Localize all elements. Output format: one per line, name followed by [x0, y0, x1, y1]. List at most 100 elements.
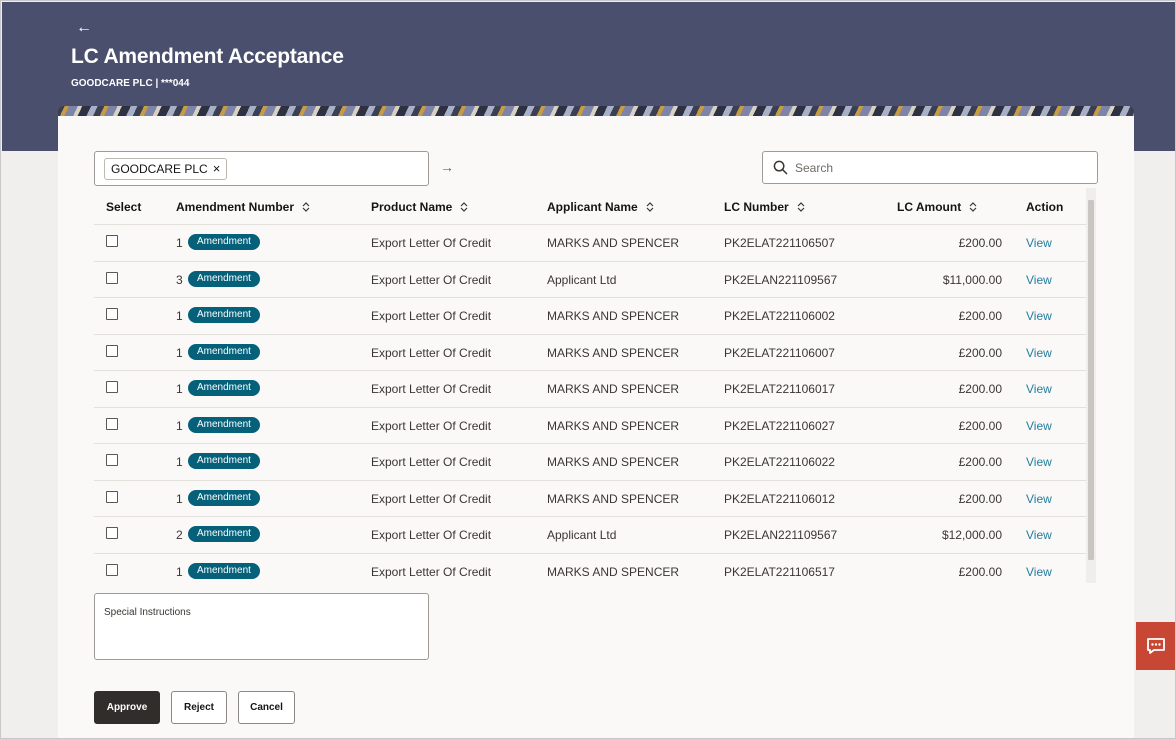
applicant-name: MARKS AND SPENCER — [547, 236, 680, 250]
view-link[interactable]: View — [1026, 346, 1052, 360]
table-row: 1 Amendment Export Letter Of Credit MARK… — [94, 370, 1086, 407]
amendment-badge: Amendment — [188, 526, 260, 542]
amendments-table: Select Amendment Number Product Name App… — [94, 188, 1098, 583]
lc-number: PK2ELAT221106517 — [724, 564, 835, 579]
amendment-number: 2 — [176, 528, 183, 542]
view-link[interactable]: View — [1026, 528, 1052, 542]
applicant-name: MARKS AND SPENCER — [547, 345, 680, 360]
lc-amount: £200.00 — [958, 418, 1002, 433]
row-select-checkbox[interactable] — [106, 344, 118, 357]
amendment-badge: Amendment — [188, 489, 260, 506]
product-name: Export Letter Of Credit — [371, 418, 492, 433]
row-select-checkbox[interactable] — [106, 527, 118, 539]
column-header-amendment-number[interactable]: Amendment Number — [176, 200, 310, 214]
chat-icon — [1146, 638, 1165, 654]
page-subtitle: GOODCARE PLC | ***044 — [71, 78, 190, 89]
row-select-checkbox[interactable] — [106, 417, 118, 430]
product-name: Export Letter Of Credit — [371, 455, 492, 469]
scrollbar-thumb[interactable] — [1088, 200, 1094, 560]
special-instructions-field[interactable]: Special Instructions — [94, 593, 429, 660]
page-title: LC Amendment Acceptance — [71, 45, 344, 68]
amendment-badge: Amendment — [188, 562, 260, 579]
lc-amount: £200.00 — [958, 564, 1002, 579]
view-link[interactable]: View — [1026, 565, 1052, 579]
special-instructions-label: Special Instructions — [104, 607, 191, 618]
lc-amount: £200.00 — [958, 382, 1002, 396]
approve-button[interactable]: Approve — [94, 691, 160, 724]
row-select-checkbox[interactable] — [106, 235, 118, 247]
party-filter-input[interactable]: GOODCARE PLC × — [94, 151, 429, 186]
column-header-action: Action — [1026, 200, 1063, 214]
applicant-name: MARKS AND SPENCER — [547, 309, 680, 323]
party-chip: GOODCARE PLC × — [104, 158, 228, 180]
product-name: Export Letter Of Credit — [371, 236, 492, 250]
amendment-number: 1 — [176, 564, 183, 579]
chip-remove-icon[interactable]: × — [213, 159, 221, 179]
amendment-number: 3 — [176, 272, 183, 287]
sort-icon[interactable] — [797, 202, 805, 212]
product-name: Export Letter Of Credit — [371, 345, 492, 360]
lc-number: PK2ELAT221106012 — [724, 491, 835, 506]
column-header-applicant-name[interactable]: Applicant Name — [547, 200, 654, 214]
search-input[interactable] — [795, 158, 1085, 178]
row-select-checkbox[interactable] — [106, 271, 118, 284]
view-link[interactable]: View — [1026, 492, 1052, 506]
lc-number: PK2ELAN221109567 — [724, 272, 838, 287]
back-arrow-icon[interactable]: ← — [76, 18, 92, 38]
row-select-checkbox[interactable] — [106, 490, 118, 503]
row-select-checkbox[interactable] — [106, 454, 118, 466]
column-header-lc-amount[interactable]: LC Amount — [897, 200, 977, 214]
view-link[interactable]: View — [1026, 382, 1052, 396]
column-header-label: LC Number — [724, 200, 789, 214]
lc-amount: £200.00 — [958, 455, 1002, 469]
table-row: 1 Amendment Export Letter Of Credit MARK… — [94, 443, 1086, 480]
lc-amount: £200.00 — [958, 236, 1002, 250]
sort-icon[interactable] — [460, 202, 468, 212]
product-name: Export Letter Of Credit — [371, 272, 492, 287]
lc-number: PK2ELAT221106507 — [724, 236, 835, 250]
applicant-name: Applicant Ltd — [547, 528, 617, 542]
row-select-checkbox[interactable] — [106, 308, 118, 320]
app-window: ← LC Amendment Acceptance GOODCARE PLC |… — [0, 0, 1176, 739]
arrow-right-icon[interactable]: → — [440, 159, 454, 175]
view-link[interactable]: View — [1026, 455, 1052, 469]
lc-amount: £200.00 — [958, 309, 1002, 323]
table-scrollbar[interactable] — [1086, 188, 1096, 583]
view-link[interactable]: View — [1026, 273, 1052, 287]
row-select-checkbox[interactable] — [106, 381, 118, 393]
lc-number: PK2ELAT221106017 — [724, 382, 835, 396]
product-name: Export Letter Of Credit — [371, 564, 492, 579]
lc-number: PK2ELAT221106002 — [724, 309, 835, 323]
lc-amount: $11,000.00 — [942, 272, 1002, 287]
cancel-button[interactable]: Cancel — [238, 691, 295, 724]
sort-icon[interactable] — [646, 202, 654, 212]
view-link[interactable]: View — [1026, 309, 1052, 323]
amendment-number: 1 — [176, 345, 183, 360]
chat-button[interactable] — [1136, 622, 1175, 670]
amendment-number: 1 — [176, 455, 183, 469]
product-name: Export Letter Of Credit — [371, 491, 492, 506]
column-header-lc-number[interactable]: LC Number — [724, 200, 805, 214]
amendment-badge: Amendment — [188, 234, 260, 250]
table-row: 1 Amendment Export Letter Of Credit MARK… — [94, 479, 1086, 517]
column-header-product-name[interactable]: Product Name — [371, 200, 468, 214]
sort-icon[interactable] — [969, 202, 977, 212]
amendment-badge: Amendment — [188, 380, 260, 396]
view-link[interactable]: View — [1026, 236, 1052, 250]
amendment-badge: Amendment — [188, 453, 260, 469]
sort-icon[interactable] — [302, 202, 310, 212]
table-row: 1 Amendment Export Letter Of Credit MARK… — [94, 552, 1086, 590]
view-link[interactable]: View — [1026, 419, 1052, 433]
amendment-badge: Amendment — [188, 307, 260, 323]
column-header-label: LC Amount — [897, 200, 962, 214]
table-row: 1 Amendment Export Letter Of Credit MARK… — [94, 297, 1086, 334]
reject-button[interactable]: Reject — [171, 691, 227, 724]
amendment-badge: Amendment — [188, 270, 260, 287]
lc-number: PK2ELAN221109567 — [724, 528, 838, 542]
search-box[interactable] — [762, 151, 1098, 184]
row-select-checkbox[interactable] — [106, 563, 118, 576]
amendment-number: 1 — [176, 382, 183, 396]
column-header-label: Action — [1026, 200, 1064, 214]
party-chip-label: GOODCARE PLC — [111, 162, 208, 176]
lc-number: PK2ELAT221106007 — [724, 345, 835, 360]
